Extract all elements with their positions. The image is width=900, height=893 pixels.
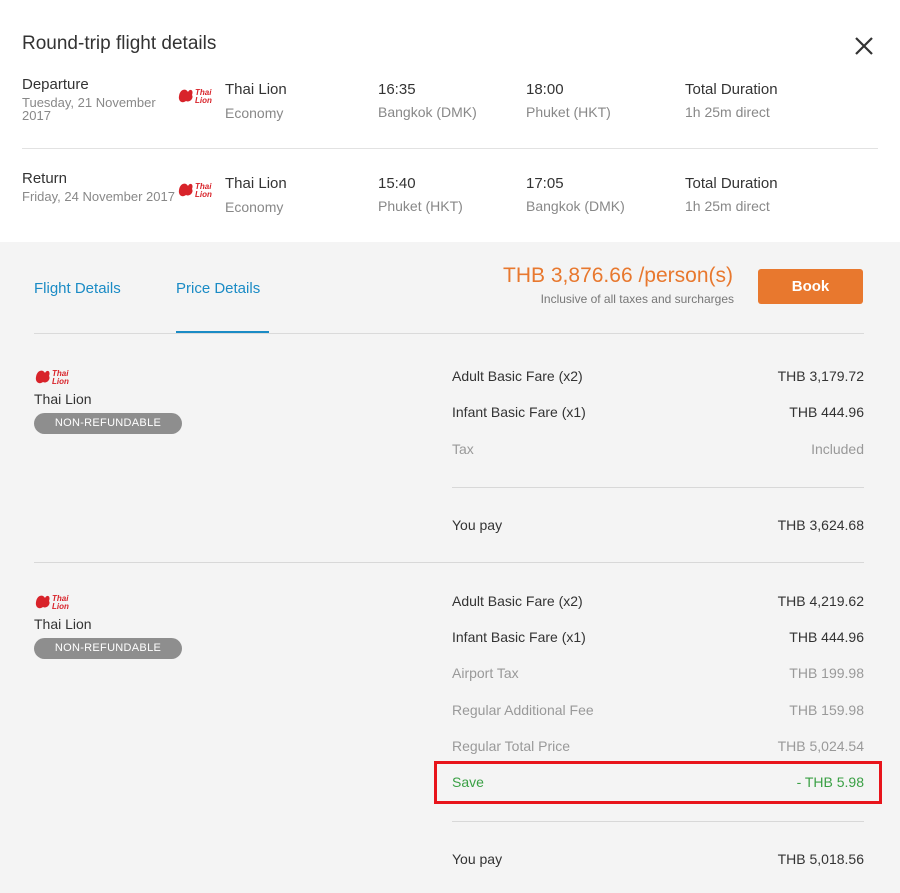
flight-summary-header: Round-trip flight details Departure Tues… <box>0 0 900 242</box>
fare-label: Regular Additional Fee <box>452 702 594 718</box>
segment-label: Departure <box>22 76 89 93</box>
segment-divider <box>22 148 878 149</box>
fare-label: Adult Basic Fare (x2) <box>452 368 583 384</box>
subtotal-divider <box>452 821 864 822</box>
svg-text:Lion: Lion <box>195 190 212 199</box>
fare-value: Included <box>811 441 864 457</box>
book-button[interactable]: Book <box>758 269 863 304</box>
total-row: You pay THB 5,018.56 <box>452 851 864 871</box>
duration-label: Total Duration <box>685 81 778 98</box>
dialog-title: Round-trip flight details <box>22 33 217 54</box>
fare-label: Infant Basic Fare (x1) <box>452 404 586 420</box>
fare-value: THB 3,179.72 <box>777 368 864 384</box>
total-value: THB 5,018.56 <box>777 851 864 867</box>
cabin-class: Economy <box>225 199 284 215</box>
fare-label: Infant Basic Fare (x1) <box>452 629 586 645</box>
fare-row: Infant Basic Fare (x1) THB 444.96 <box>452 404 864 424</box>
total-value: THB 3,624.68 <box>777 517 864 533</box>
arrival-time: 18:00 <box>526 81 564 98</box>
fare-row: Infant Basic Fare (x1) THB 444.96 <box>452 629 864 649</box>
arrival-airport: Phuket (HKT) <box>526 104 611 120</box>
fare-value: THB 199.98 <box>789 665 864 681</box>
fare-value: THB 159.98 <box>789 702 864 718</box>
fare-value: THB 444.96 <box>789 404 864 420</box>
fare-row: Regular Additional Fee THB 159.98 <box>452 702 864 722</box>
fare-label: Airport Tax <box>452 665 519 681</box>
fare-value: THB 4,219.62 <box>777 593 864 609</box>
airline-name: Thai Lion <box>34 616 92 632</box>
fare-row: Adult Basic Fare (x2) THB 3,179.72 <box>452 368 864 388</box>
section-divider <box>34 562 864 563</box>
thai-lion-logo-icon: Thai Lion <box>178 182 212 199</box>
fare-label: Regular Total Price <box>452 738 571 754</box>
segment-label: Return <box>22 170 68 187</box>
fare-row: Tax Included <box>452 441 864 461</box>
cabin-class: Economy <box>225 105 284 121</box>
departure-segment: Departure Tuesday, 21 November 2017 Thai… <box>0 76 900 156</box>
departure-airport: Bangkok (DMK) <box>378 104 477 120</box>
close-icon[interactable] <box>850 32 878 60</box>
fare-label: Tax <box>452 441 474 457</box>
svg-text:Lion: Lion <box>195 96 212 105</box>
departure-airport: Phuket (HKT) <box>378 198 463 214</box>
duration-value: 1h 25m direct <box>685 198 770 214</box>
return-segment: Return Friday, 24 November 2017 Thai Lio… <box>0 170 900 250</box>
departure-time: 15:40 <box>378 175 416 192</box>
duration-value: 1h 25m direct <box>685 104 770 120</box>
segment-date: Friday, 24 November 2017 <box>22 189 175 204</box>
total-label: You pay <box>452 517 503 533</box>
duration-label: Total Duration <box>685 175 778 192</box>
thai-lion-logo-icon: Thai Lion <box>178 88 212 105</box>
departure-time: 16:35 <box>378 81 416 98</box>
subtotal-divider <box>452 487 864 488</box>
fare-row: Adult Basic Fare (x2) THB 4,219.62 <box>452 593 864 613</box>
price-details-panel: Flight Details Price Details THB 3,876.6… <box>0 242 900 893</box>
refund-status-badge: NON-REFUNDABLE <box>34 638 182 659</box>
arrival-time: 17:05 <box>526 175 564 192</box>
airline-name: Thai Lion <box>34 391 92 407</box>
tab-price-details[interactable]: Price Details <box>176 280 260 297</box>
fare-label: Adult Basic Fare (x2) <box>452 593 583 609</box>
tabs-divider <box>34 333 864 334</box>
tab-flight-details[interactable]: Flight Details <box>34 280 121 297</box>
airline-name: Thai Lion <box>225 81 287 98</box>
fare-value: THB 444.96 <box>789 629 864 645</box>
refund-status-badge: NON-REFUNDABLE <box>34 413 182 434</box>
price-per-person: THB 3,876.66 /person(s) <box>503 264 733 287</box>
airline-name: Thai Lion <box>225 175 287 192</box>
total-row: You pay THB 3,624.68 <box>452 517 864 537</box>
segment-date: Tuesday, 21 November 2017 <box>22 95 156 123</box>
thai-lion-logo-icon: Thai Lion <box>35 594 69 611</box>
price-note: Inclusive of all taxes and surcharges <box>540 292 734 306</box>
fare-row: Regular Total Price THB 5,024.54 <box>452 738 864 758</box>
svg-text:Lion: Lion <box>52 377 69 386</box>
savings-highlight-box <box>434 761 882 804</box>
svg-text:Lion: Lion <box>52 602 69 611</box>
total-label: You pay <box>452 851 503 867</box>
thai-lion-logo-icon: Thai Lion <box>35 369 69 386</box>
fare-row: Airport Tax THB 199.98 <box>452 665 864 685</box>
arrival-airport: Bangkok (DMK) <box>526 198 625 214</box>
fare-value: THB 5,024.54 <box>777 738 864 754</box>
